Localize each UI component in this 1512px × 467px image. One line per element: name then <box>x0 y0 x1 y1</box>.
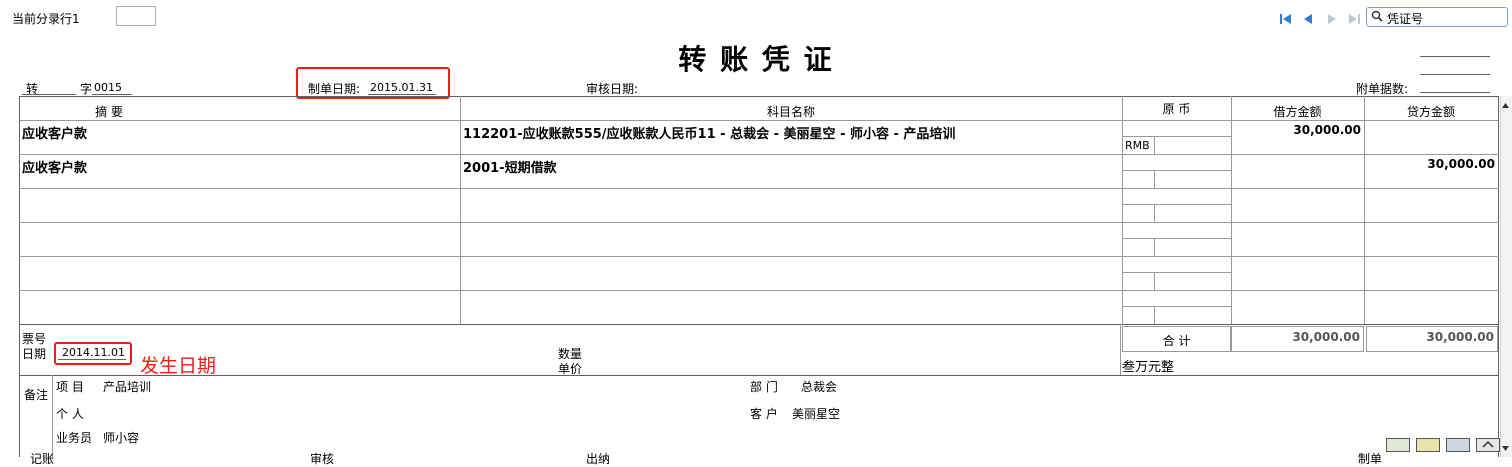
current-line-box[interactable] <box>116 6 156 26</box>
current-line-label: 当前分录行1 <box>12 12 80 26</box>
voucher-title: 转 账 凭 证 <box>678 43 834 76</box>
last-record-icon[interactable] <box>1346 11 1362 27</box>
empty-entry-row[interactable] <box>20 189 460 222</box>
currency-subbox-1 <box>1154 136 1155 154</box>
currency-split-2 <box>1122 170 1231 171</box>
voucher-no-underline <box>92 94 132 95</box>
occur-date-annotation: 发生日期 <box>140 355 217 377</box>
next-record-icon[interactable] <box>1324 11 1340 27</box>
remarks-top-border <box>19 375 1499 376</box>
project-label: 项 目 <box>56 380 84 394</box>
currency-split-6 <box>1122 306 1231 307</box>
date-label: 日期 <box>22 347 47 361</box>
scrollbar-track[interactable] <box>1500 96 1512 457</box>
entry-credit[interactable]: 30,000.00 <box>1364 157 1495 171</box>
row-divider-6 <box>19 324 1499 325</box>
col-header-account: 科目名称 <box>766 105 815 119</box>
currency-split-4 <box>1122 238 1231 239</box>
entry-debit[interactable]: 30,000.00 <box>1231 123 1361 137</box>
voucher-detail-icon[interactable] <box>1416 438 1440 452</box>
total-label: 合 计 <box>1162 334 1191 348</box>
header-row-bottom <box>19 120 1499 121</box>
row-divider-1 <box>19 154 1499 155</box>
bookkeep-label: 记账 <box>30 452 55 466</box>
col-header-summary: 摘 要 <box>95 105 123 119</box>
attachment-label: 附单据数: <box>1356 82 1409 96</box>
salesperson-value: 师小容 <box>103 431 140 445</box>
scroll-up-icon[interactable] <box>1500 100 1511 111</box>
amount-in-words: 叁万元整 <box>1122 360 1175 375</box>
currency-split-5 <box>1122 272 1231 273</box>
collapse-icon[interactable] <box>1476 438 1500 452</box>
empty-entry-row[interactable] <box>20 257 460 290</box>
total-left-border <box>1120 324 1121 376</box>
scroll-down-icon[interactable] <box>1500 443 1511 454</box>
currency-subbox-5 <box>1154 272 1155 290</box>
col-header-credit: 贷方金额 <box>1406 105 1455 119</box>
voucher-no[interactable]: 0015 <box>94 81 122 94</box>
project-value: 产品培训 <box>103 380 152 394</box>
grid-top <box>19 96 1499 97</box>
previous-record-icon[interactable] <box>1300 11 1316 27</box>
department-label: 部 门 <box>750 380 778 394</box>
customer-label: 客 户 <box>750 407 778 421</box>
customer-value: 美丽星空 <box>792 407 841 421</box>
make-date-highlight <box>296 67 450 99</box>
empty-entry-row[interactable] <box>20 291 460 324</box>
title-underline-2 <box>1420 74 1490 75</box>
empty-entry-row[interactable] <box>20 223 460 256</box>
first-record-icon[interactable] <box>1278 11 1294 27</box>
entry-account[interactable]: 2001-短期借款 <box>463 157 557 176</box>
grid-right <box>1498 96 1499 457</box>
occur-date-highlight <box>54 342 132 365</box>
currency-subbox-3 <box>1154 204 1155 222</box>
col-header-debit: 借方金额 <box>1273 105 1322 119</box>
currency-subbox-6 <box>1154 306 1155 324</box>
entry-summary[interactable]: 应收客户款 <box>22 123 87 142</box>
currency-subbox-2 <box>1154 170 1155 188</box>
entry-account[interactable]: 112201-应收账款555/应收账款人民币11 - 总裁会 - 美丽星空 - … <box>463 123 955 142</box>
audit-date-label: 审核日期: <box>586 82 639 96</box>
maker-label: 制单 <box>1358 452 1383 466</box>
voucher-no-label: 字 <box>80 82 93 96</box>
currency-split-1 <box>1122 136 1231 137</box>
entry-currency: RMB <box>1125 139 1150 152</box>
salesperson-label: 业务员 <box>56 431 93 445</box>
person-label: 个 人 <box>56 407 84 421</box>
total-credit: 30,000.00 <box>1426 330 1494 344</box>
currency-subbox-4 <box>1154 238 1155 256</box>
edit-memo-icon[interactable] <box>1386 438 1410 452</box>
remarks-label: 备注 <box>24 388 49 402</box>
voucher-type-underline <box>22 94 76 95</box>
total-debit: 30,000.00 <box>1292 330 1360 344</box>
search-placeholder: 凭证号 <box>1387 12 1424 26</box>
col-header-currency: 原 币 <box>1162 102 1191 116</box>
attachment-underline <box>1420 92 1490 93</box>
audit-label: 审核 <box>310 452 335 466</box>
title-underline-1 <box>1420 56 1490 57</box>
search-icon <box>1371 10 1383 25</box>
cashier-label: 出纳 <box>586 452 611 466</box>
find-icon[interactable] <box>1446 438 1470 452</box>
entry-summary[interactable]: 应收客户款 <box>22 157 87 176</box>
voucher-search-input[interactable]: 凭证号 <box>1366 7 1508 27</box>
currency-split-3 <box>1122 204 1231 205</box>
remarks-label-divider <box>52 375 53 457</box>
department-value: 总裁会 <box>801 380 838 394</box>
